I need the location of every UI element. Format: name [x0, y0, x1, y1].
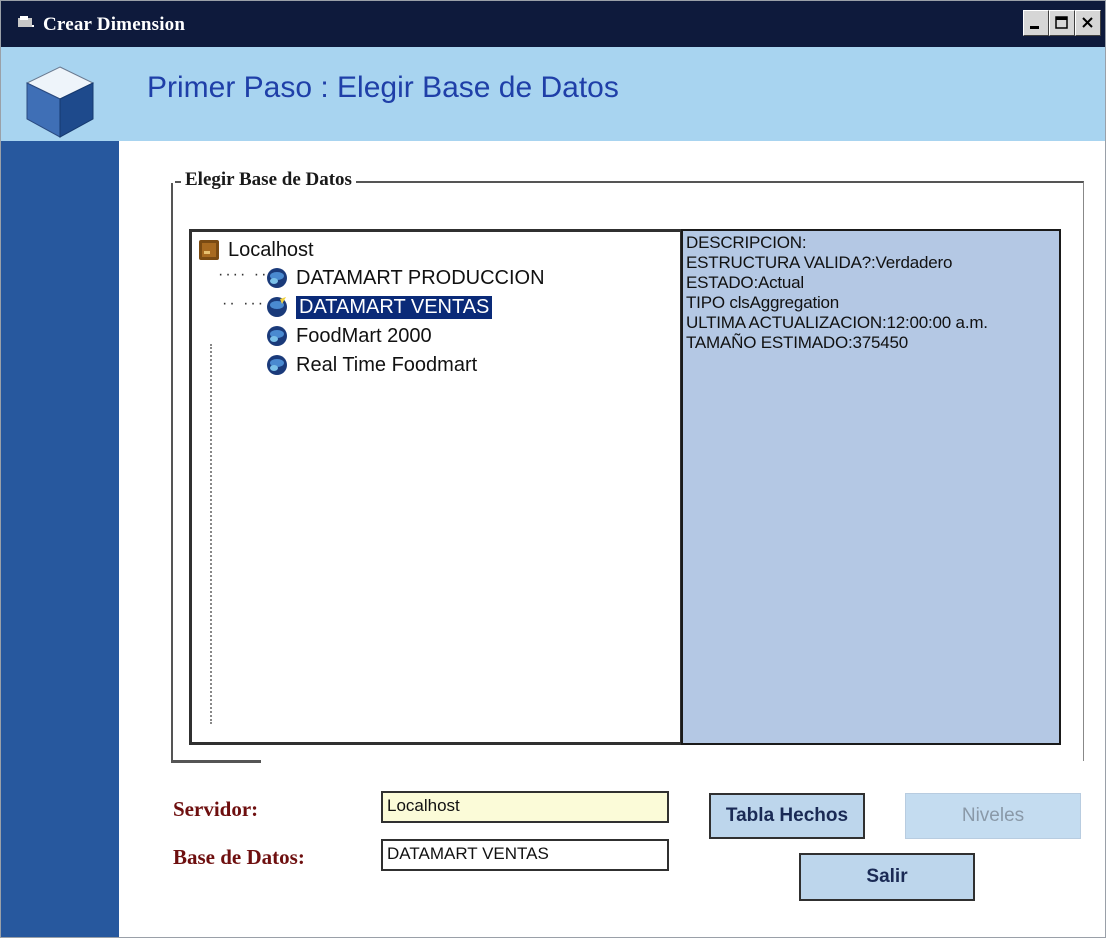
group-border-left — [171, 183, 173, 761]
page-title: Primer Paso : Elegir Base de Datos — [147, 71, 619, 104]
database-icon — [267, 297, 287, 317]
window-title: Crear Dimension — [43, 14, 186, 35]
app-icon — [18, 16, 34, 27]
database-tree[interactable]: Localhost ···· ·· DATAMART PRODUCCION ··… — [189, 229, 683, 745]
servidor-label: Servidor: — [173, 797, 259, 821]
tree-item-label: Real Time Foodmart — [296, 353, 478, 376]
tree-guide-line — [210, 344, 214, 724]
tree-item-datamart-ventas[interactable]: DATAMART VENTAS — [266, 293, 493, 321]
cube-icon — [25, 66, 95, 138]
tabla-hechos-button[interactable]: Tabla Hechos — [709, 793, 865, 839]
close-icon — [1082, 17, 1093, 28]
database-icon — [267, 326, 287, 346]
base-de-datos-field[interactable]: DATAMART VENTAS — [381, 839, 669, 871]
group-legend: Elegir Base de Datos — [181, 169, 356, 191]
database-icon — [267, 355, 287, 375]
wizard-header: Primer Paso : Elegir Base de Datos — [1, 47, 1105, 141]
description-panel: DESCRIPCION: ESTRUCTURA VALIDA?:Verdader… — [681, 229, 1061, 745]
group-border-bottom — [171, 760, 261, 763]
niveles-button[interactable]: Niveles — [905, 793, 1081, 839]
description-line: DESCRIPCION: — [686, 233, 807, 252]
sidebar-band — [1, 141, 119, 937]
tree-item-label: DATAMART PRODUCCION — [296, 266, 545, 289]
description-line: TIPO clsAggregation — [686, 293, 840, 312]
tree-item-label-selected: DATAMART VENTAS — [296, 295, 493, 319]
salir-button[interactable]: Salir — [799, 853, 975, 901]
tree-item-datamart-produccion[interactable]: DATAMART PRODUCCION — [266, 264, 545, 292]
description-line: ESTRUCTURA VALIDA?:Verdadero — [686, 253, 953, 272]
description-line: ESTADO:Actual — [686, 273, 805, 292]
tree-root-localhost[interactable]: Localhost — [198, 236, 314, 264]
base-de-datos-label: Base de Datos: — [173, 845, 305, 869]
minimize-button[interactable] — [1023, 10, 1049, 36]
database-icon — [267, 268, 287, 288]
description-line: TAMAÑO ESTIMADO:375450 — [686, 333, 909, 352]
tree-root-label: Localhost — [228, 238, 314, 261]
tree-connector: ·· ··· — [222, 295, 266, 312]
title-bar[interactable]: Crear Dimension — [1, 1, 1105, 47]
crear-dimension-window: Crear Dimension Primer Paso : Elegir Bas… — [0, 0, 1106, 938]
maximize-button[interactable] — [1049, 10, 1075, 36]
tree-connector: ···· ·· — [218, 266, 269, 283]
main-area: Elegir Base de Datos Localhost ···· ·· D… — [119, 141, 1105, 937]
close-button[interactable] — [1075, 10, 1101, 36]
server-icon — [199, 240, 219, 260]
description-line: ULTIMA ACTUALIZACION:12:00:00 a.m. — [686, 313, 988, 332]
servidor-field[interactable]: Localhost — [381, 791, 669, 823]
minimize-icon — [1030, 26, 1039, 29]
maximize-icon — [1055, 16, 1068, 29]
tree-item-label: FoodMart 2000 — [296, 324, 432, 347]
tree-item-real-time-foodmart[interactable]: Real Time Foodmart — [266, 351, 477, 379]
tree-item-foodmart-2000[interactable]: FoodMart 2000 — [266, 322, 432, 350]
